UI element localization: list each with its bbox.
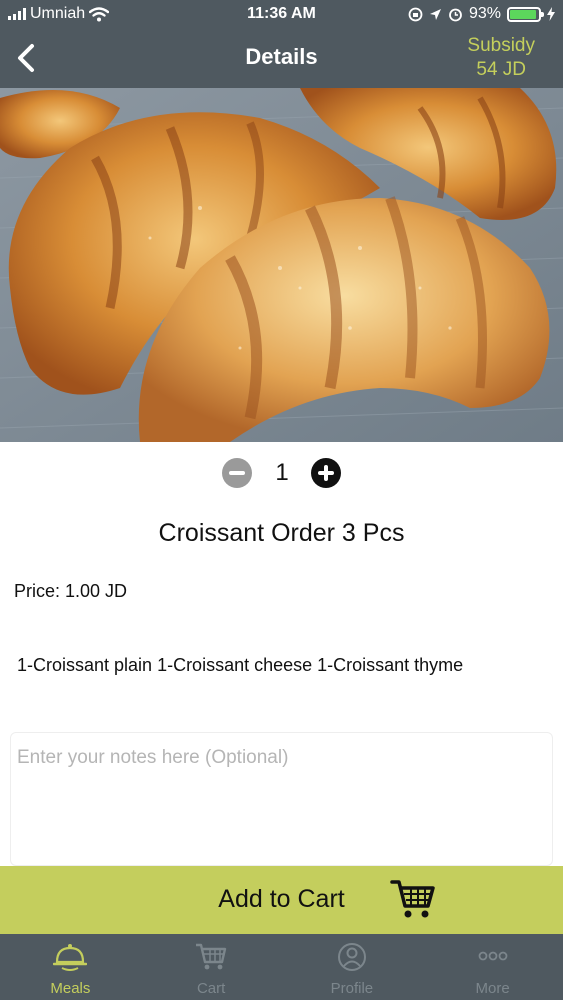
battery-icon bbox=[507, 6, 544, 22]
tab-cart[interactable]: Cart bbox=[141, 934, 282, 1000]
item-name: Croissant Order 3 Pcs bbox=[158, 519, 405, 547]
croissant-photo bbox=[0, 88, 563, 442]
more-icon bbox=[478, 951, 508, 961]
tab-bar: Meals Cart Profile More bbox=[0, 934, 563, 1000]
tab-profile[interactable]: Profile bbox=[282, 934, 423, 1000]
status-right: 93% bbox=[408, 5, 555, 23]
tab-cart-label: Cart bbox=[196, 980, 226, 997]
decrease-quantity-button[interactable] bbox=[222, 458, 252, 488]
meals-icon bbox=[53, 944, 88, 971]
add-to-cart-button[interactable]: Add to Cart bbox=[0, 866, 563, 934]
increase-quantity-button[interactable] bbox=[311, 458, 341, 488]
profile-icon bbox=[337, 943, 366, 971]
location-icon bbox=[429, 8, 441, 20]
quantity-stepper: 1 bbox=[0, 456, 563, 490]
notes-input[interactable] bbox=[10, 732, 553, 866]
nav-bar: Details Subsidy 54 JD bbox=[0, 30, 563, 88]
subsidy-label: Subsidy bbox=[467, 35, 535, 56]
subsidy-display: Subsidy 54 JD bbox=[467, 34, 535, 82]
cart-icon bbox=[196, 943, 227, 970]
rotation-lock-icon bbox=[408, 7, 423, 21]
tab-more-label: More bbox=[475, 980, 510, 997]
item-price: Price: 1.00 JD bbox=[14, 581, 128, 601]
tab-more[interactable]: More bbox=[422, 934, 563, 1000]
battery-percent: 93% bbox=[468, 5, 501, 22]
status-bar: Umniah 11:36 AM 93% bbox=[0, 0, 563, 30]
tab-profile-label: Profile bbox=[330, 980, 374, 997]
cart-icon bbox=[390, 880, 435, 918]
top-bar: Umniah 11:36 AM 93% Details Subsidy 54 J… bbox=[0, 0, 563, 88]
item-description: 1-Croissant plain 1-Croissant cheese 1-C… bbox=[17, 655, 464, 675]
tab-meals-label: Meals bbox=[50, 980, 91, 997]
quantity-value: 1 bbox=[275, 459, 289, 486]
subsidy-value: 54 JD bbox=[476, 59, 527, 80]
add-to-cart-label: Add to Cart bbox=[218, 885, 345, 913]
alarm-icon bbox=[449, 8, 462, 21]
item-image bbox=[0, 88, 563, 442]
charging-icon bbox=[547, 7, 555, 21]
tab-meals[interactable]: Meals bbox=[0, 934, 141, 1000]
